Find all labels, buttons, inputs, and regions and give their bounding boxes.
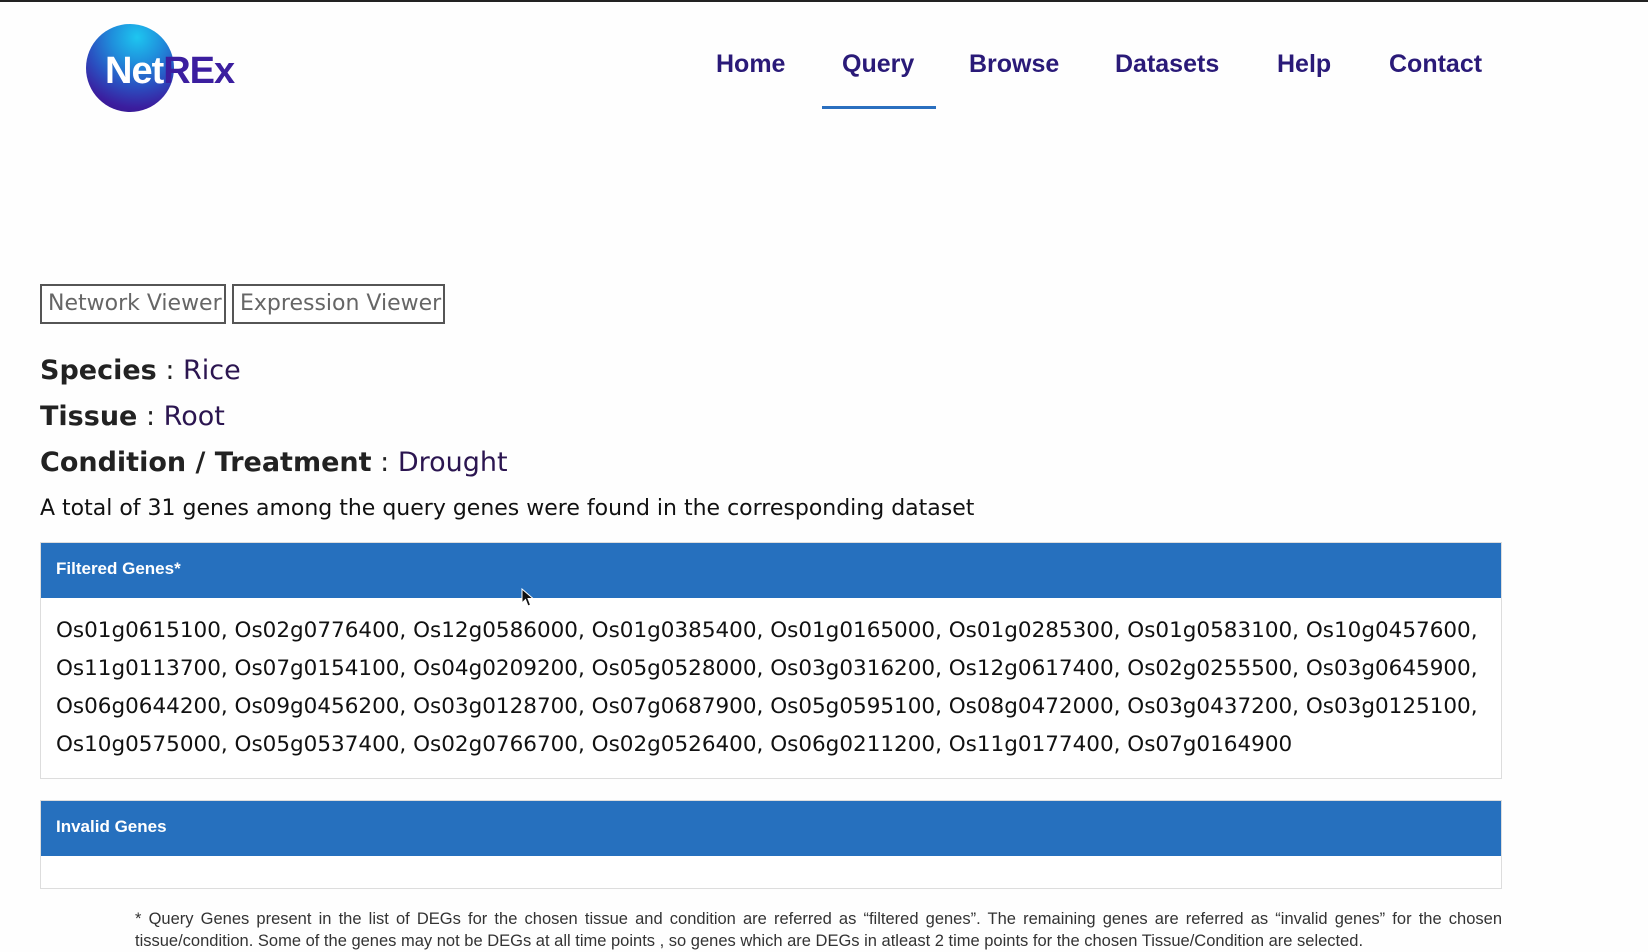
condition-value: Drought bbox=[397, 447, 508, 478]
condition-line: Condition / Treatment : Drought bbox=[40, 447, 508, 479]
active-nav-indicator bbox=[822, 106, 936, 109]
tissue-value: Root bbox=[163, 401, 225, 432]
species-line: Species : Rice bbox=[40, 355, 241, 387]
expression-viewer-button[interactable]: Expression Viewer bbox=[232, 284, 445, 324]
separator: : bbox=[165, 355, 175, 386]
filtered-genes-panel: Filtered Genes* Os01g0615100, Os02g07764… bbox=[40, 542, 1502, 779]
tissue-label: Tissue bbox=[40, 401, 138, 432]
footnote: * Query Genes present in the list of DEG… bbox=[135, 910, 1502, 950]
network-viewer-button[interactable]: Network Viewer bbox=[40, 284, 226, 324]
nav-home[interactable]: Home bbox=[716, 50, 785, 79]
invalid-genes-panel: Invalid Genes bbox=[40, 800, 1502, 889]
nav-help[interactable]: Help bbox=[1277, 50, 1331, 79]
separator: : bbox=[380, 447, 390, 478]
filtered-genes-header: Filtered Genes* bbox=[41, 543, 1501, 598]
total-genes-text: A total of 31 genes among the query gene… bbox=[40, 496, 975, 521]
nav-browse[interactable]: Browse bbox=[969, 50, 1059, 79]
filtered-genes-list: Os01g0615100, Os02g0776400, Os12g0586000… bbox=[56, 618, 1478, 757]
mouse-cursor-icon bbox=[521, 588, 535, 607]
species-value: Rice bbox=[183, 355, 241, 386]
separator: : bbox=[145, 401, 156, 432]
invalid-genes-list bbox=[41, 856, 1501, 888]
nav-datasets[interactable]: Datasets bbox=[1115, 50, 1219, 79]
invalid-genes-header: Invalid Genes bbox=[41, 801, 1501, 856]
main-nav: Home Query Browse Datasets Help Contact bbox=[0, 50, 1648, 114]
tissue-line: Tissue : Root bbox=[40, 401, 225, 433]
condition-label: Condition / Treatment bbox=[40, 447, 372, 478]
species-label: Species bbox=[40, 355, 157, 386]
nav-contact[interactable]: Contact bbox=[1389, 50, 1482, 79]
nav-query[interactable]: Query bbox=[842, 50, 914, 79]
